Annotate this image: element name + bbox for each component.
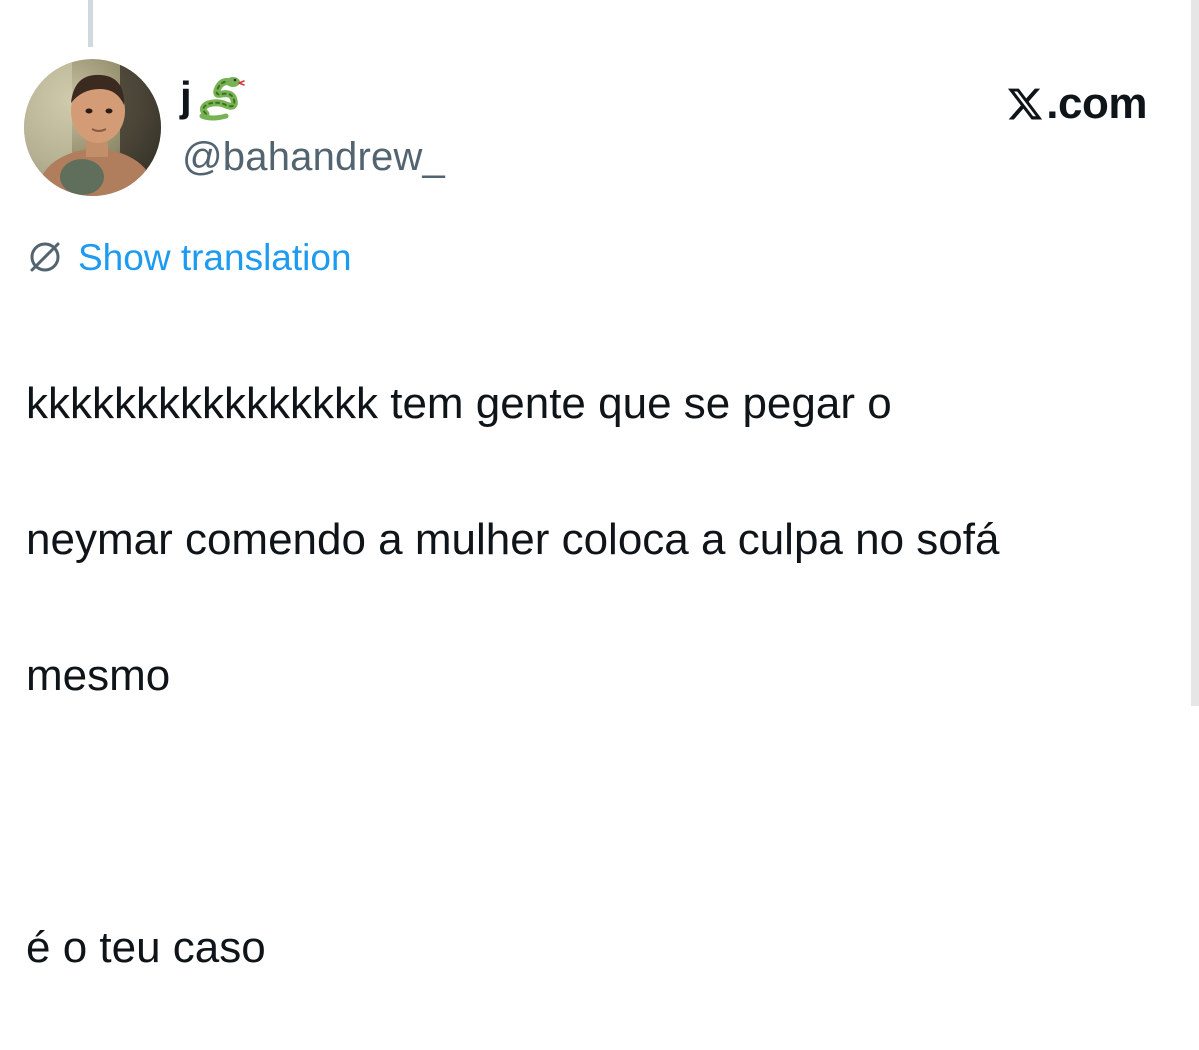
thread-connector-line: [88, 0, 93, 47]
show-translation-label: Show translation: [78, 236, 352, 278]
snake-icon: [196, 72, 246, 122]
tweet-body-line: kkkkkkkkkkkkkkkk tem gente que se pegar …: [26, 379, 892, 428]
tweet-body-line: [26, 778, 1186, 846]
tweet-body: kkkkkkkkkkkkkkkk tem gente que se pegar …: [26, 302, 1186, 1050]
brand-text: .com: [1046, 79, 1147, 128]
display-name[interactable]: j: [180, 72, 246, 122]
display-name-text: j: [180, 73, 192, 120]
show-translation-link[interactable]: Show translation: [26, 238, 352, 276]
tweet-body-line: neymar comendo a mulher coloca a culpa n…: [26, 515, 1000, 564]
translate-globe-icon: [26, 238, 64, 276]
brand-watermark: .com: [1006, 82, 1147, 126]
tweet-body-line: é o teu caso: [26, 923, 266, 972]
user-handle[interactable]: @bahandrew_: [182, 137, 445, 177]
page-edge: [1191, 0, 1199, 706]
x-logo-icon: [1006, 85, 1044, 123]
avatar[interactable]: [24, 59, 161, 196]
tweet-body-line: mesmo: [26, 651, 171, 700]
